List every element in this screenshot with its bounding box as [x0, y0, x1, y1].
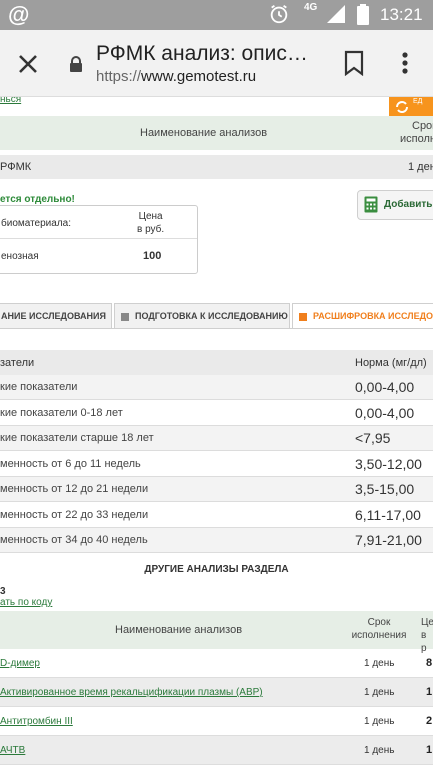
bookmark-icon[interactable] — [343, 50, 365, 76]
analysis-link[interactable]: Активированное время рекальцификации пла… — [0, 687, 263, 698]
col-price-line1: Це — [421, 617, 433, 628]
norm-value: 3,5-15,00 — [355, 481, 415, 497]
col-name-header: Наименование анализов — [140, 127, 268, 139]
at-icon: @ — [8, 2, 30, 27]
close-icon[interactable] — [14, 50, 42, 78]
page-title[interactable]: РФМК анализ: описание — [96, 42, 318, 66]
tab-preparation[interactable]: ПОДГОТОВКА К ИССЛЕДОВАНИЮ — [114, 303, 290, 329]
tab-square-icon — [299, 312, 307, 321]
table-row: D-димер 1 день 8 — [0, 649, 433, 678]
promo-banner[interactable]: ЕД — [389, 97, 433, 117]
norm-indicator: кие показатели старше 18 лет — [0, 432, 154, 444]
table-row: РФМК 1 день — [0, 155, 433, 179]
analysis-price: 8 — [426, 657, 433, 669]
web-page: нься ЕД Наименование анализов Срок испол… — [0, 97, 433, 770]
other-analyses-title: ДРУГИЕ АНАЛИЗЫ РАЗДЕЛА — [144, 564, 289, 575]
norm-header: Норма (мг/дл) — [355, 357, 427, 369]
norm-indicator: менность от 12 до 21 недели — [0, 483, 149, 495]
col-term-header: Срок исполне — [400, 120, 433, 146]
sort-number: 3 — [0, 586, 6, 597]
analysis-term: 1 день — [364, 658, 395, 669]
clock-time: 13:21 — [380, 5, 423, 24]
page-url[interactable]: https://www.gemotest.ru — [96, 68, 256, 86]
norm-indicator: менность от 34 до 40 недель — [0, 534, 148, 546]
norm-indicator: кие показатели — [0, 381, 78, 393]
norm-indicator: менность от 6 до 11 недель — [0, 457, 141, 470]
analysis-price: 2 — [426, 715, 433, 727]
norm-value: 7,91-21,00 — [355, 532, 422, 548]
col-term-line1: Срок — [412, 120, 433, 132]
divider — [0, 238, 197, 239]
norm-value: 6,11-17,00 — [355, 506, 421, 523]
biomaterial-header: биоматериала: — [1, 218, 72, 229]
norm-row: менность от 12 до 21 недели 3,5-15,00 — [0, 477, 433, 502]
price-value: 100 — [143, 250, 162, 262]
norm-value: 0,00-4,00 — [355, 404, 415, 421]
norm-row: кие показатели 0-18 лет 0,00-4,00 — [0, 400, 433, 426]
norm-row: менность от 6 до 11 недель 3,50-12,00 — [0, 451, 433, 477]
lock-icon — [70, 56, 82, 72]
norm-value: <7,95 — [355, 430, 391, 446]
other-analyses-header: Наименование анализов Срок исполнения Це… — [0, 611, 433, 654]
tab-label: АНИЕ ИССЛЕДОВАНИЯ — [1, 311, 106, 321]
norm-value: 3,50-12,00 — [355, 455, 422, 472]
add-to-cart-button[interactable]: Добавить в — [357, 190, 433, 220]
sort-by-code-link[interactable]: ать по коду — [0, 597, 52, 608]
top-link[interactable]: нься — [0, 97, 21, 105]
analysis-term: 1 день — [408, 161, 433, 173]
indicator-header: затели — [0, 357, 35, 369]
biomaterial-value: енозная — [1, 251, 39, 262]
table-row: Активированное время рекальцификации пла… — [0, 678, 433, 707]
browser-toolbar: РФМК анализ: описание https://www.gemote… — [0, 30, 433, 97]
tab-interpretation[interactable]: РАСШИФРОВКА ИССЛЕДОВ — [292, 303, 433, 329]
col-term-line1: Срок — [367, 617, 391, 628]
analysis-price: 1 — [426, 686, 433, 698]
col-name-header: Наименование анализов — [115, 624, 243, 636]
norm-row: кие показатели 0,00-4,00 — [0, 375, 433, 400]
battery-icon — [357, 4, 369, 25]
norm-value: 0,00-4,00 — [355, 379, 415, 395]
calculator-icon — [364, 196, 378, 213]
table-row: Антитромбин III 1 день 2 — [0, 707, 433, 736]
refresh-icon — [396, 101, 408, 113]
norm-indicator: менность от 22 до 33 недели — [0, 508, 149, 521]
col-term-line2: исполнения — [351, 630, 407, 641]
network-type: 4G — [304, 2, 318, 13]
analysis-price: 1 — [426, 744, 433, 756]
tab-description[interactable]: АНИЕ ИССЛЕДОВАНИЯ — [0, 303, 112, 329]
norm-indicator: кие показатели 0-18 лет — [0, 406, 123, 419]
analysis-name: РФМК — [0, 161, 32, 173]
tab-label: РАСШИФРОВКА ИССЛЕДОВ — [313, 311, 433, 321]
col-term-line2: исполне — [400, 133, 433, 145]
analysis-link[interactable]: Антитромбин III — [0, 716, 73, 727]
alarm-clock-icon — [270, 4, 288, 24]
signal-icon — [327, 5, 345, 23]
add-button-label: Добавить в — [384, 199, 433, 210]
norm-row: менность от 22 до 33 недели 6,11-17,00 — [0, 502, 433, 528]
norm-row: кие показатели старше 18 лет <7,95 — [0, 426, 433, 451]
url-scheme: https:// — [96, 68, 142, 85]
tab-label: ПОДГОТОВКА К ИССЛЕДОВАНИЮ — [135, 311, 288, 321]
col-term-header: Срок исполнения — [351, 616, 407, 642]
more-menu-icon[interactable] — [398, 50, 412, 76]
price-header-line2: в руб. — [137, 224, 165, 235]
analysis-link[interactable]: D-димер — [0, 658, 40, 669]
promo-text: ЕД — [413, 98, 423, 105]
url-host: www.gemotest.ru — [141, 68, 257, 85]
status-bar: @ 4G 13:21 — [0, 0, 433, 30]
price-header: Цена в руб. — [137, 210, 164, 236]
price-box: биоматериала: Цена в руб. енозная 100 — [0, 205, 198, 274]
norms-table-header: затели Норма (мг/дл) — [0, 350, 433, 375]
analysis-table-header: Наименование анализов Срок исполне — [0, 116, 433, 150]
analysis-term: 1 день — [364, 745, 395, 756]
analysis-term: 1 день — [364, 716, 395, 727]
tab-square-icon — [121, 312, 129, 321]
tab-divider — [0, 328, 433, 329]
table-row: АЧТВ 1 день 1 — [0, 736, 433, 765]
price-header-line1: Цена — [138, 211, 163, 222]
norm-row: менность от 34 до 40 недель 7,91-21,00 — [0, 528, 433, 553]
separate-note: ется отдельно! — [0, 194, 75, 205]
analysis-term: 1 день — [364, 687, 395, 698]
analysis-link[interactable]: АЧТВ — [0, 745, 25, 756]
